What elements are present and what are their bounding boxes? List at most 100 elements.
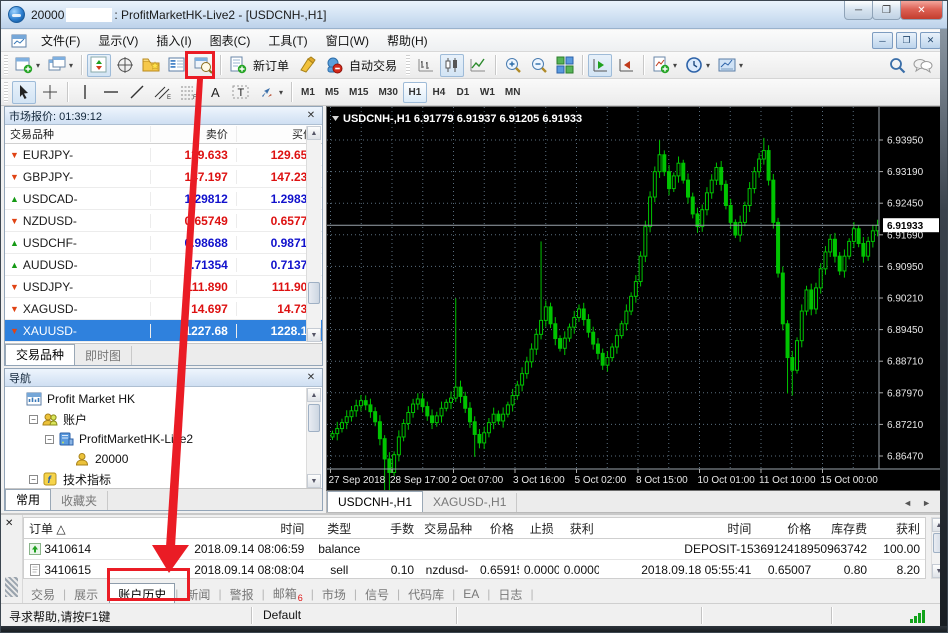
templates-button[interactable] — [715, 54, 739, 77]
arrows-dropdown[interactable]: ▾ — [279, 88, 286, 97]
search-icon[interactable] — [885, 54, 909, 77]
terminal-tab-新闻[interactable]: 新闻 — [178, 584, 218, 605]
timeframe-button-M30[interactable]: M30 — [373, 82, 402, 103]
chart-tab-USDCNH-,H1[interactable]: USDCNH-,H1 — [327, 491, 423, 512]
close-icon[interactable]: ✕ — [304, 372, 318, 383]
navigator-item-ProfitMarketHK-Live2[interactable]: −ProfitMarketHK-Live2 — [9, 429, 322, 449]
chart-tab-scroll-right[interactable]: ► — [922, 498, 931, 508]
order-row-3410615[interactable]: 34106152018.09.14 08:08:04sell0.10nzdusd… — [24, 560, 925, 579]
column-header-3[interactable]: 手数 — [369, 520, 419, 537]
timeframe-button-D1[interactable]: D1 — [451, 82, 475, 103]
navigator-button[interactable] — [139, 54, 163, 77]
timeframe-button-W1[interactable]: W1 — [475, 82, 500, 103]
trendline-button[interactable] — [125, 81, 149, 104]
mdi-close-button[interactable]: ✕ — [920, 32, 941, 49]
market-watch-row-GBPJPY-[interactable]: ▼GBPJPY-147.197147.233 — [5, 166, 322, 188]
mdi-restore-button[interactable]: ❐ — [896, 32, 917, 49]
column-header-8[interactable]: 时间 — [599, 520, 757, 537]
zoom-out-button[interactable] — [527, 54, 551, 77]
horizontal-line-button[interactable] — [99, 81, 123, 104]
new-order-icon[interactable] — [226, 54, 250, 77]
arrows-button[interactable] — [255, 81, 279, 104]
market-watch-row-NZDUSD-[interactable]: ▼NZDUSD-0.657490.65773 — [5, 210, 322, 232]
column-header-11[interactable]: 获利 — [872, 520, 925, 537]
market-watch-row-USDCAD-[interactable]: ▲USDCAD-1.298121.29834 — [5, 188, 322, 210]
navigator-header[interactable]: 导航 ✕ — [5, 369, 322, 387]
terminal-tab-代码库[interactable]: 代码库 — [400, 584, 452, 605]
text-label-button[interactable]: T — [229, 81, 253, 104]
autotrading-icon[interactable] — [322, 54, 346, 77]
terminal-tab-市场[interactable]: 市场 — [314, 584, 354, 605]
indicators-dropdown[interactable]: ▾ — [673, 61, 680, 70]
menu-item-1[interactable]: 显示(V) — [89, 30, 147, 51]
timeframe-button-MN[interactable]: MN — [500, 82, 526, 103]
indicators-button[interactable] — [649, 54, 673, 77]
new-chart-dropdown[interactable]: ▾ — [36, 61, 43, 70]
periods-dropdown[interactable]: ▾ — [706, 61, 713, 70]
column-header-4[interactable]: 交易品种 — [419, 520, 475, 537]
periods-button[interactable] — [682, 54, 706, 77]
cursor-button[interactable] — [12, 81, 36, 104]
menu-item-0[interactable]: 文件(F) — [32, 30, 89, 51]
auto-scroll-button[interactable] — [588, 54, 612, 77]
tile-windows-button[interactable] — [553, 54, 577, 77]
menu-item-6[interactable]: 帮助(H) — [378, 30, 437, 51]
fibonacci-button[interactable]: F — [177, 81, 201, 104]
timeframe-button-M5[interactable]: M5 — [320, 82, 344, 103]
close-icon[interactable]: ✕ — [5, 518, 13, 529]
profiles-button[interactable] — [45, 54, 69, 77]
column-header-6[interactable]: 止损 — [519, 520, 559, 537]
new-chart-button[interactable] — [12, 54, 36, 77]
templates-dropdown[interactable]: ▾ — [739, 61, 746, 70]
column-header-2[interactable]: 类型 — [309, 520, 369, 537]
new-order-button[interactable]: 新订单 — [253, 57, 289, 74]
title-bar[interactable]: 20000: ProfitMarketHK-Live2 - [USDCNH-,H… — [1, 1, 948, 29]
column-header-9[interactable]: 价格 — [756, 520, 816, 537]
navigator-item-Profit Market HK[interactable]: Profit Market HK — [9, 389, 322, 409]
market-watch-row-USDCHF-[interactable]: ▲USDCHF-0.986880.98712 — [5, 232, 322, 254]
timeframe-button-M15[interactable]: M15 — [344, 82, 373, 103]
mdi-minimize-button[interactable]: ─ — [872, 32, 893, 49]
close-icon[interactable]: ✕ — [304, 110, 318, 121]
terminal-tab-交易[interactable]: 交易 — [23, 584, 63, 605]
metaeditor-button[interactable] — [296, 54, 320, 77]
strategy-tester-button[interactable] — [191, 54, 215, 77]
profiles-dropdown[interactable]: ▾ — [69, 61, 76, 70]
navigator-item-技术指标[interactable]: −f技术指标 — [9, 469, 322, 489]
timeframe-button-H1[interactable]: H1 — [403, 82, 427, 103]
close-button[interactable]: ✕ — [900, 1, 943, 20]
column-header-0[interactable]: 订单 △ — [24, 520, 152, 537]
column-header-1[interactable]: 时间 — [152, 520, 310, 537]
terminal-tab-警报[interactable]: 警报 — [222, 584, 262, 605]
line-chart-button[interactable] — [466, 54, 490, 77]
market-watch-button[interactable] — [87, 54, 111, 77]
community-icon[interactable] — [911, 54, 935, 77]
terminal-button[interactable] — [165, 54, 189, 77]
channel-button[interactable]: E — [151, 81, 175, 104]
tree-expander-icon[interactable]: − — [29, 415, 38, 424]
market-watch-scrollbar[interactable]: ▲ ▼ — [306, 126, 321, 342]
crosshair-button[interactable] — [38, 81, 62, 104]
timeframe-button-H4[interactable]: H4 — [427, 82, 451, 103]
vertical-line-button[interactable] — [73, 81, 97, 104]
timeframe-button-M1[interactable]: M1 — [296, 82, 320, 103]
menu-item-2[interactable]: 插入(I) — [147, 30, 200, 51]
order-row-3410614[interactable]: 34106142018.09.14 08:06:59balanceDEPOSIT… — [24, 539, 925, 560]
market-watch-row-USDJPY-[interactable]: ▼USDJPY-111.890111.906 — [5, 276, 322, 298]
market-watch-row-XAUUSD-[interactable]: ▼XAUUSD-1227.681228.15 — [5, 320, 322, 342]
navigator-scrollbar[interactable]: ▲ ▼ — [306, 388, 321, 488]
navigator-item-20000[interactable]: 20000 — [9, 449, 322, 469]
market-watch-row-EURJPY-[interactable]: ▼EURJPY-129.633129.655 — [5, 144, 322, 166]
terminal-grip[interactable] — [5, 577, 18, 597]
column-header-5[interactable]: 价格 — [475, 520, 519, 537]
bars-chart-button[interactable] — [414, 54, 438, 77]
menu-item-3[interactable]: 图表(C) — [201, 30, 260, 51]
market-watch-header[interactable]: 市场报价: 01:39:12 ✕ — [5, 107, 322, 125]
market-watch-row-XAGUSD-[interactable]: ▼XAGUSD-14.69714.731 — [5, 298, 322, 320]
column-header-7[interactable]: 获利 — [559, 520, 599, 537]
tree-expander-icon[interactable]: − — [29, 475, 38, 484]
menu-item-5[interactable]: 窗口(W) — [317, 30, 378, 51]
terminal-tab-邮箱[interactable]: 邮箱6 — [265, 583, 311, 605]
market-watch-row-AUDUSD-[interactable]: ▲AUDUSD-0.713540.71373 — [5, 254, 322, 276]
terminal-tab-日志[interactable]: 日志 — [490, 584, 530, 605]
